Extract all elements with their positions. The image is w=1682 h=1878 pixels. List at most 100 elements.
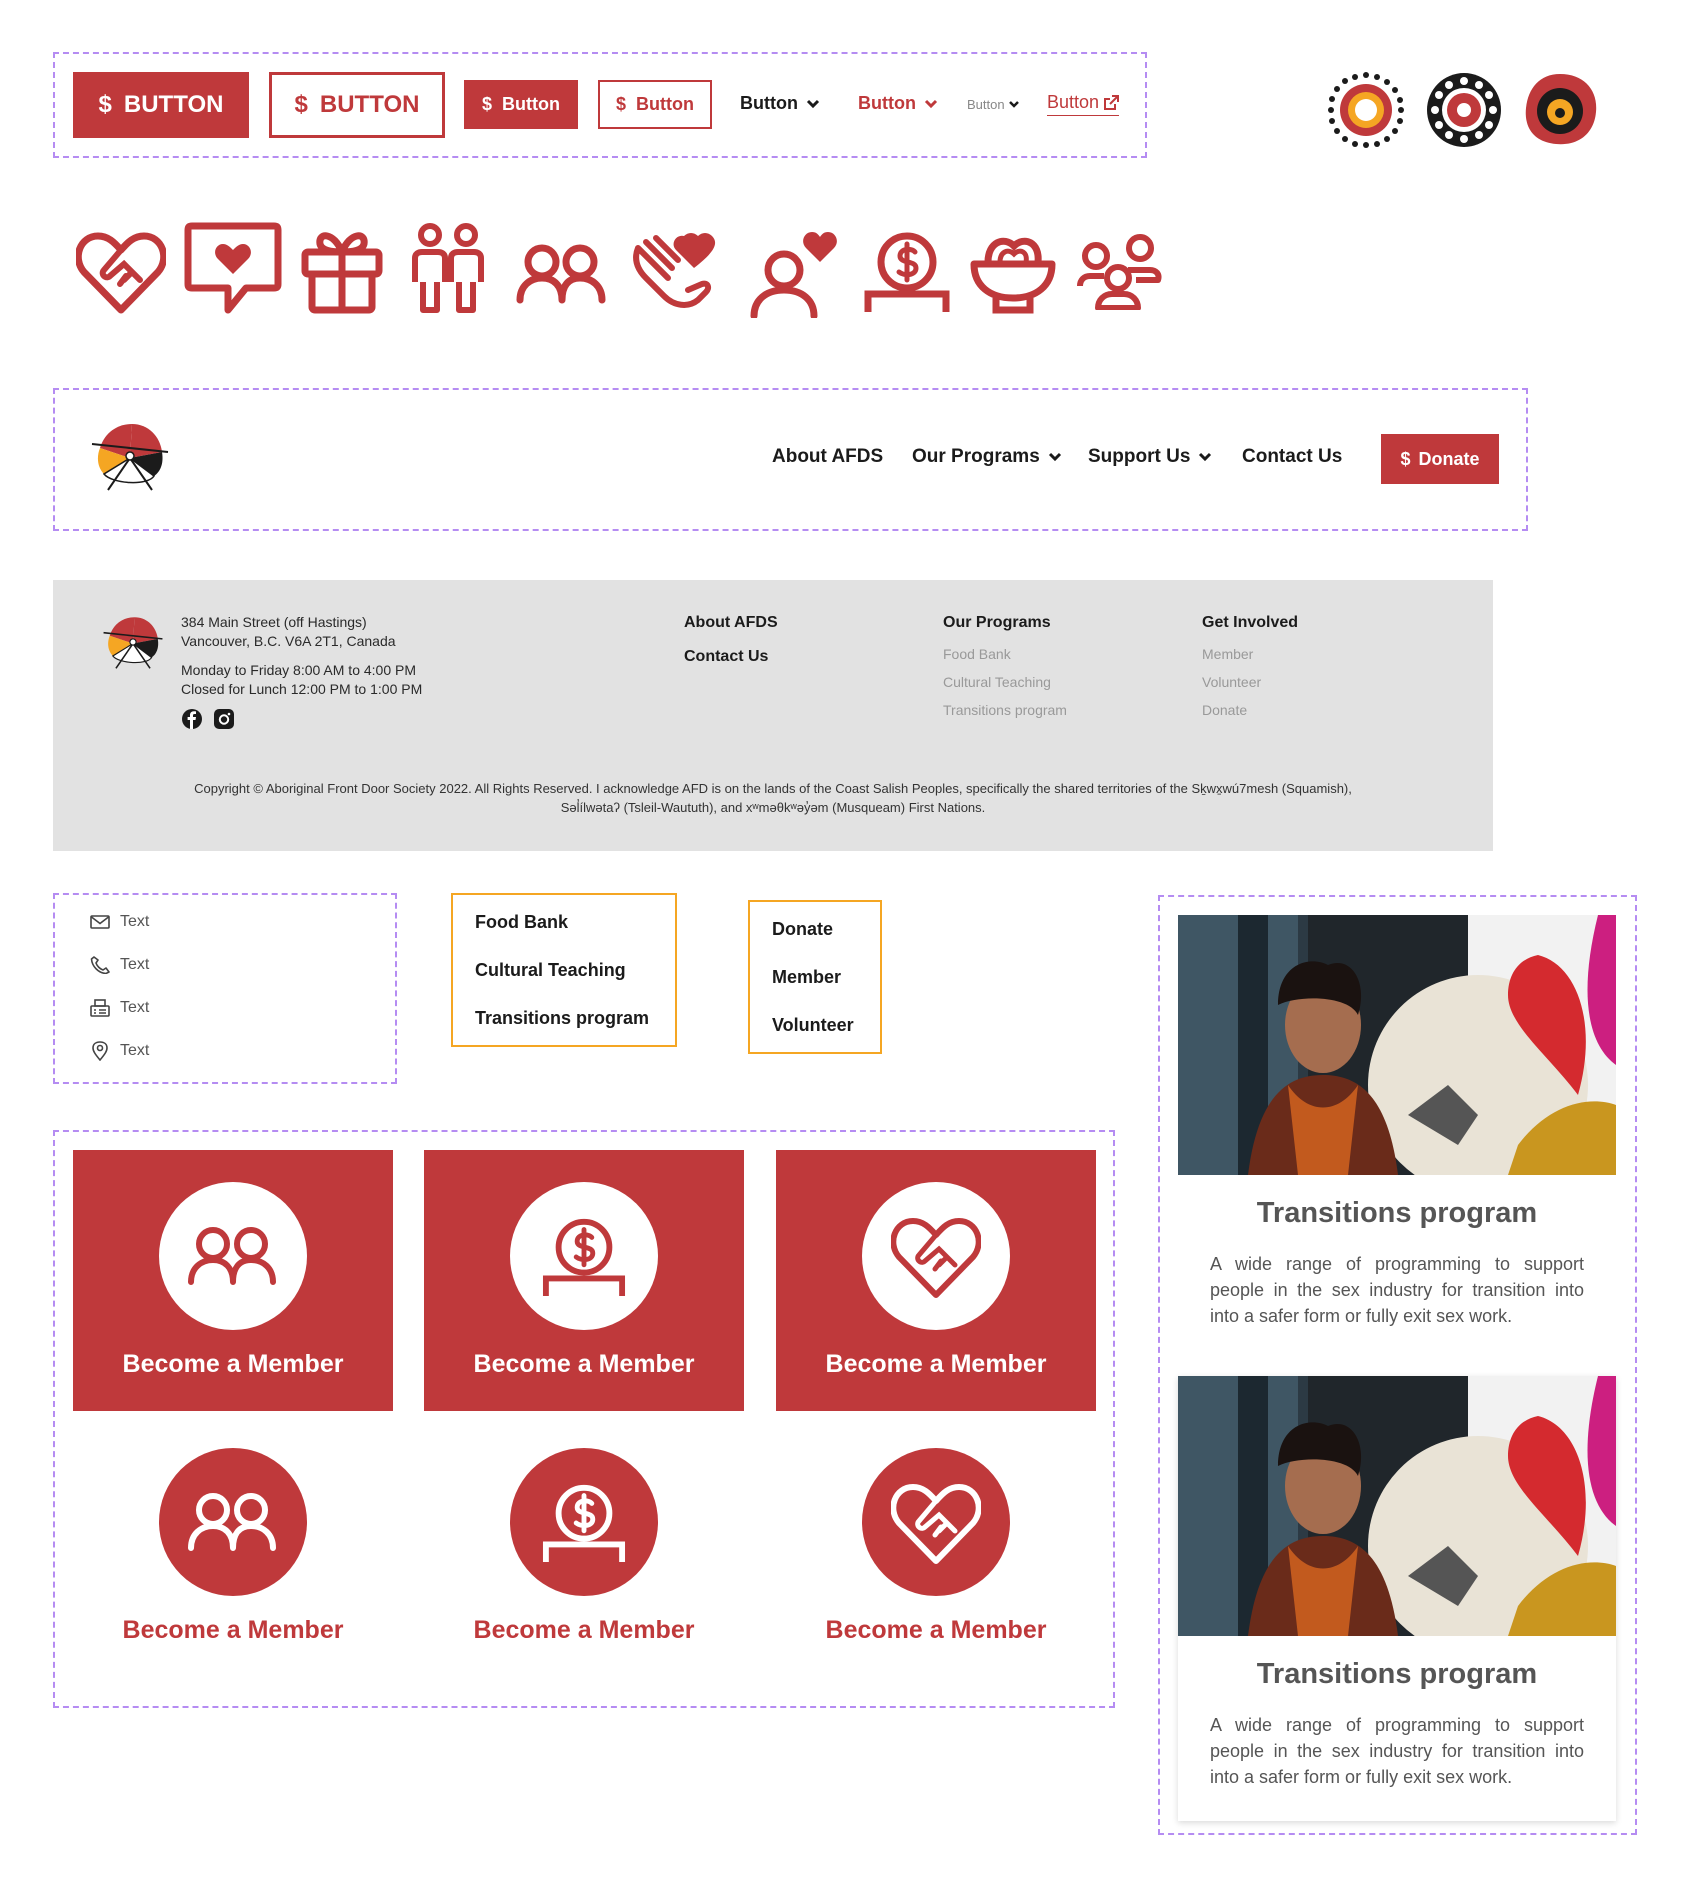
card-icon-circle xyxy=(510,1448,658,1596)
menu-item-transitions[interactable]: Transitions program xyxy=(475,1008,649,1029)
program-description: A wide range of programming to support p… xyxy=(1210,1715,1584,1787)
member-card-light-2[interactable]: Become a Member xyxy=(424,1448,744,1668)
member-card-light-1[interactable]: Become a Member xyxy=(73,1448,393,1668)
nav-donate-button[interactable]: $ Donate xyxy=(1381,434,1499,484)
donation-coin-icon xyxy=(862,228,952,314)
handshake-heart-icon xyxy=(891,1479,981,1565)
footer-link-about[interactable]: About AFDS xyxy=(684,614,778,632)
beaded-ring-medallion-icon xyxy=(1426,72,1502,148)
footer-link-volunteer[interactable]: Volunteer xyxy=(1202,674,1261,690)
dollar-icon: $ xyxy=(616,94,627,114)
people-pair-icon xyxy=(410,222,486,314)
group-icon xyxy=(516,244,608,304)
text-dropdown-button[interactable]: Button xyxy=(740,93,820,114)
card-label: Become a Member xyxy=(122,1350,344,1378)
medium-solid-button[interactable]: $ Button xyxy=(464,80,578,129)
layered-medallion-icon xyxy=(1522,72,1598,148)
member-card-solid-3[interactable]: Become a Member xyxy=(776,1150,1096,1411)
large-solid-button-label: BUTTON xyxy=(123,91,224,118)
nav-programs[interactable]: Our Programs xyxy=(912,446,1062,468)
group-icon xyxy=(187,1226,279,1286)
chevron-down-icon xyxy=(1048,452,1062,462)
card-label: Become a Member xyxy=(473,1350,695,1378)
dollar-icon: $ xyxy=(482,94,493,114)
chevron-down-icon xyxy=(1008,100,1020,109)
handshake-heart-icon xyxy=(76,228,166,314)
fax-icon xyxy=(90,999,110,1017)
program-description: A wide range of programming to support p… xyxy=(1210,1254,1584,1326)
program-title: Transitions program xyxy=(1256,1197,1538,1229)
program-card-1[interactable]: Transitions program A wide range of prog… xyxy=(1178,915,1616,1335)
menu-item-food-bank[interactable]: Food Bank xyxy=(475,912,568,933)
footer-copyright-line2: Səl̓ílwətaʔ (Tsleil-Waututh), and xʷməθk… xyxy=(560,800,986,815)
donation-coin-icon xyxy=(540,1480,628,1564)
menu-item-member[interactable]: Member xyxy=(772,967,841,988)
group-icon xyxy=(187,1492,279,1552)
footer-link-cultural-teaching[interactable]: Cultural Teaching xyxy=(943,674,1051,690)
contact-location-row[interactable]: Text xyxy=(90,1041,149,1061)
small-dropdown-button[interactable]: Button xyxy=(967,97,1020,112)
card-label: Become a Member xyxy=(825,1616,1047,1644)
location-pin-icon xyxy=(90,1041,110,1061)
program-card-2[interactable]: Transitions program A wide range of prog… xyxy=(1178,1376,1616,1821)
donation-coin-icon xyxy=(540,1214,628,1298)
contact-phone-label: Text xyxy=(120,956,150,973)
helping-hand-icon xyxy=(632,228,722,312)
member-card-light-3[interactable]: Become a Member xyxy=(776,1448,1096,1668)
afds-logo[interactable] xyxy=(90,418,170,494)
program-photo xyxy=(1178,1376,1616,1636)
gift-icon xyxy=(300,222,384,314)
footer-link-donate[interactable]: Donate xyxy=(1202,702,1247,718)
large-outline-button[interactable]: $ BUTTON xyxy=(269,72,445,138)
card-label: Become a Member xyxy=(473,1616,695,1644)
footer-address-line1: 384 Main Street (off Hastings) xyxy=(181,614,367,630)
member-card-solid-1[interactable]: Become a Member xyxy=(73,1150,393,1411)
nav-support-label: Support Us xyxy=(1088,446,1191,467)
nav-support[interactable]: Support Us xyxy=(1088,446,1212,468)
footer-programs-heading: Our Programs xyxy=(943,614,1051,631)
large-solid-button[interactable]: $ BUTTON xyxy=(73,72,249,138)
text-red-dropdown-button[interactable]: Button xyxy=(858,93,938,114)
external-link-button[interactable]: Button xyxy=(1047,92,1120,116)
large-outline-button-label: BUTTON xyxy=(319,91,420,118)
medium-solid-button-label: Button xyxy=(502,94,560,114)
menu-item-donate[interactable]: Donate xyxy=(772,919,833,940)
contact-phone-row[interactable]: Text xyxy=(90,956,149,974)
phone-icon xyxy=(90,956,110,974)
footer-logo[interactable] xyxy=(102,612,164,672)
text-dropdown-button-label: Button xyxy=(740,93,798,113)
community-icon xyxy=(1076,234,1162,310)
member-card-solid-2[interactable]: Become a Member xyxy=(424,1150,744,1411)
facebook-icon[interactable] xyxy=(182,709,202,729)
medium-outline-button[interactable]: $ Button xyxy=(598,80,712,129)
footer-link-transitions[interactable]: Transitions program xyxy=(943,702,1067,718)
medium-outline-button-label: Button xyxy=(636,94,694,114)
small-dropdown-button-label: Button xyxy=(967,97,1005,112)
contact-fax-row[interactable]: Text xyxy=(90,999,149,1017)
nav-contact[interactable]: Contact Us xyxy=(1242,446,1342,468)
footer-link-member[interactable]: Member xyxy=(1202,646,1253,662)
menu-item-cultural-teaching[interactable]: Cultural Teaching xyxy=(475,960,626,981)
footer-hours-line2: Closed for Lunch 12:00 PM to 1:00 PM xyxy=(181,681,423,697)
dollar-icon: $ xyxy=(1400,448,1411,469)
nav-about[interactable]: About AFDS xyxy=(772,446,883,468)
card-icon-circle xyxy=(159,1448,307,1596)
chat-heart-icon xyxy=(184,222,282,314)
user-heart-icon xyxy=(748,226,840,318)
footer-link-food-bank[interactable]: Food Bank xyxy=(943,646,1011,662)
mail-icon xyxy=(90,914,110,930)
contact-email-row[interactable]: Text xyxy=(90,913,149,931)
card-label: Become a Member xyxy=(122,1616,344,1644)
program-photo xyxy=(1178,915,1616,1175)
footer-copyright: Copyright © Aboriginal Front Door Societ… xyxy=(53,779,1493,817)
footer-address-line2: Vancouver, B.C. V6A 2T1, Canada xyxy=(181,633,396,649)
dollar-icon: $ xyxy=(98,91,112,118)
card-icon-circle xyxy=(510,1182,658,1330)
menu-item-volunteer[interactable]: Volunteer xyxy=(772,1015,854,1036)
footer-copyright-line1: Copyright © Aboriginal Front Door Societ… xyxy=(194,781,1352,796)
footer-involved-heading: Get Involved xyxy=(1202,614,1299,631)
instagram-icon[interactable] xyxy=(214,709,234,729)
handshake-heart-icon xyxy=(891,1213,981,1299)
contact-location-label: Text xyxy=(120,1042,150,1059)
footer-link-contact[interactable]: Contact Us xyxy=(684,648,768,666)
